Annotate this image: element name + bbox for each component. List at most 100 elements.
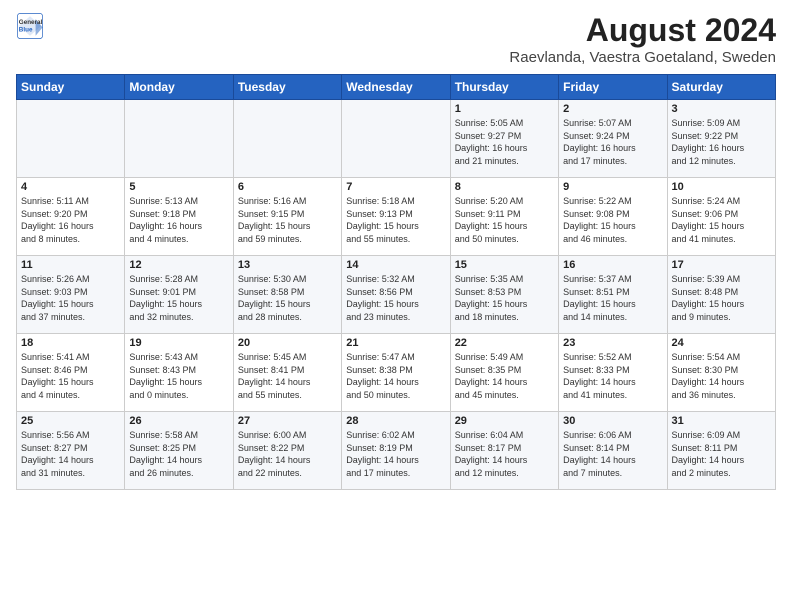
day-info: Sunrise: 5:13 AM Sunset: 9:18 PM Dayligh…	[129, 195, 228, 245]
day-number: 9	[563, 181, 662, 193]
day-number: 19	[129, 337, 228, 349]
day-number: 28	[346, 415, 445, 427]
day-cell: 7Sunrise: 5:18 AM Sunset: 9:13 PM Daylig…	[342, 178, 450, 256]
day-cell: 1 Sunrise: 5:05 AM Sunset: 9:27 PM Daylig…	[450, 100, 558, 178]
day-cell: 24Sunrise: 5:54 AM Sunset: 8:30 PM Dayli…	[667, 334, 775, 412]
day-info: Sunrise: 5:58 AM Sunset: 8:25 PM Dayligh…	[129, 429, 228, 479]
day-info: Sunrise: 5:26 AM Sunset: 9:03 PM Dayligh…	[21, 273, 120, 323]
week-row-4: 18Sunrise: 5:41 AM Sunset: 8:46 PM Dayli…	[17, 334, 776, 412]
day-cell	[342, 100, 450, 178]
col-monday: Monday	[125, 75, 233, 100]
svg-text:Blue: Blue	[19, 27, 33, 34]
day-info: Sunrise: 5:37 AM Sunset: 8:51 PM Dayligh…	[563, 273, 662, 323]
title-block: August 2024 Raevlanda, Vaestra Goetaland…	[509, 12, 776, 66]
day-info: Sunrise: 5:22 AM Sunset: 9:08 PM Dayligh…	[563, 195, 662, 245]
day-number: 2	[563, 103, 662, 115]
day-cell: 12 Sunrise: 5:28 AM Sunset: 9:01 PM Dayli…	[125, 256, 233, 334]
day-cell: 2 Sunrise: 5:07 AM Sunset: 9:24 PM Daylig…	[559, 100, 667, 178]
day-info: Sunrise: 5:52 AM Sunset: 8:33 PM Dayligh…	[563, 351, 662, 401]
day-cell: 25 Sunrise: 5:56 AM Sunset: 8:27 PM Dayli…	[17, 412, 125, 490]
day-info: Sunrise: 6:00 AM Sunset: 8:22 PM Dayligh…	[238, 429, 337, 479]
logo-icon: General Blue	[16, 12, 44, 40]
day-number: 23	[563, 337, 662, 349]
week-row-1: 1 Sunrise: 5:05 AM Sunset: 9:27 PM Daylig…	[17, 100, 776, 178]
logo: General Blue	[16, 12, 48, 40]
day-info: Sunrise: 5:24 AM Sunset: 9:06 PM Dayligh…	[672, 195, 771, 245]
col-tuesday: Tuesday	[233, 75, 341, 100]
day-cell	[125, 100, 233, 178]
header: General Blue August 2024 Raevlanda, Vaes…	[16, 12, 776, 66]
day-number: 21	[346, 337, 445, 349]
day-number: 4	[21, 181, 120, 193]
header-row: Sunday Monday Tuesday Wednesday Thursday…	[17, 75, 776, 100]
day-cell	[233, 100, 341, 178]
week-row-5: 25 Sunrise: 5:56 AM Sunset: 8:27 PM Dayli…	[17, 412, 776, 490]
day-cell: 4 Sunrise: 5:11 AM Sunset: 9:20 PM Daylig…	[17, 178, 125, 256]
day-number: 29	[455, 415, 554, 427]
day-cell: 27 Sunrise: 6:00 AM Sunset: 8:22 PM Dayli…	[233, 412, 341, 490]
day-cell: 17Sunrise: 5:39 AM Sunset: 8:48 PM Dayli…	[667, 256, 775, 334]
month-year: August 2024	[509, 12, 776, 49]
col-saturday: Saturday	[667, 75, 775, 100]
day-info: Sunrise: 5:45 AM Sunset: 8:41 PM Dayligh…	[238, 351, 337, 401]
day-info: Sunrise: 5:16 AM Sunset: 9:15 PM Dayligh…	[238, 195, 337, 245]
day-info: Sunrise: 6:06 AM Sunset: 8:14 PM Dayligh…	[563, 429, 662, 479]
page: General Blue August 2024 Raevlanda, Vaes…	[0, 0, 792, 498]
day-info: Sunrise: 6:02 AM Sunset: 8:19 PM Dayligh…	[346, 429, 445, 479]
day-cell: 8 Sunrise: 5:20 AM Sunset: 9:11 PM Daylig…	[450, 178, 558, 256]
day-number: 12	[129, 259, 228, 271]
col-wednesday: Wednesday	[342, 75, 450, 100]
col-sunday: Sunday	[17, 75, 125, 100]
day-cell: 29 Sunrise: 6:04 AM Sunset: 8:17 PM Dayli…	[450, 412, 558, 490]
day-info: Sunrise: 5:11 AM Sunset: 9:20 PM Dayligh…	[21, 195, 120, 245]
calendar-table: Sunday Monday Tuesday Wednesday Thursday…	[16, 74, 776, 490]
day-info: Sunrise: 5:35 AM Sunset: 8:53 PM Dayligh…	[455, 273, 554, 323]
day-info: Sunrise: 5:20 AM Sunset: 9:11 PM Dayligh…	[455, 195, 554, 245]
svg-text:General: General	[19, 19, 43, 26]
day-number: 5	[129, 181, 228, 193]
day-number: 8	[455, 181, 554, 193]
day-cell: 16 Sunrise: 5:37 AM Sunset: 8:51 PM Dayli…	[559, 256, 667, 334]
day-number: 31	[672, 415, 771, 427]
day-info: Sunrise: 5:28 AM Sunset: 9:01 PM Dayligh…	[129, 273, 228, 323]
day-cell: 15 Sunrise: 5:35 AM Sunset: 8:53 PM Dayli…	[450, 256, 558, 334]
day-number: 25	[21, 415, 120, 427]
day-cell: 3Sunrise: 5:09 AM Sunset: 9:22 PM Daylig…	[667, 100, 775, 178]
day-number: 16	[563, 259, 662, 271]
day-cell: 30 Sunrise: 6:06 AM Sunset: 8:14 PM Dayli…	[559, 412, 667, 490]
day-info: Sunrise: 5:05 AM Sunset: 9:27 PM Dayligh…	[455, 117, 554, 167]
day-cell	[17, 100, 125, 178]
day-number: 11	[21, 259, 120, 271]
day-cell: 28 Sunrise: 6:02 AM Sunset: 8:19 PM Dayli…	[342, 412, 450, 490]
day-info: Sunrise: 5:09 AM Sunset: 9:22 PM Dayligh…	[672, 117, 771, 167]
day-number: 1	[455, 103, 554, 115]
day-number: 14	[346, 259, 445, 271]
day-number: 20	[238, 337, 337, 349]
day-info: Sunrise: 5:07 AM Sunset: 9:24 PM Dayligh…	[563, 117, 662, 167]
day-cell: 6 Sunrise: 5:16 AM Sunset: 9:15 PM Daylig…	[233, 178, 341, 256]
day-number: 7	[346, 181, 445, 193]
location: Raevlanda, Vaestra Goetaland, Sweden	[509, 49, 776, 66]
day-cell: 23 Sunrise: 5:52 AM Sunset: 8:33 PM Dayli…	[559, 334, 667, 412]
day-number: 22	[455, 337, 554, 349]
day-info: Sunrise: 6:09 AM Sunset: 8:11 PM Dayligh…	[672, 429, 771, 479]
day-cell: 11 Sunrise: 5:26 AM Sunset: 9:03 PM Dayli…	[17, 256, 125, 334]
day-info: Sunrise: 6:04 AM Sunset: 8:17 PM Dayligh…	[455, 429, 554, 479]
day-info: Sunrise: 5:30 AM Sunset: 8:58 PM Dayligh…	[238, 273, 337, 323]
day-number: 17	[672, 259, 771, 271]
day-info: Sunrise: 5:47 AM Sunset: 8:38 PM Dayligh…	[346, 351, 445, 401]
day-info: Sunrise: 5:49 AM Sunset: 8:35 PM Dayligh…	[455, 351, 554, 401]
day-cell: 5 Sunrise: 5:13 AM Sunset: 9:18 PM Daylig…	[125, 178, 233, 256]
day-number: 27	[238, 415, 337, 427]
day-number: 30	[563, 415, 662, 427]
day-number: 15	[455, 259, 554, 271]
day-cell: 10Sunrise: 5:24 AM Sunset: 9:06 PM Dayli…	[667, 178, 775, 256]
col-friday: Friday	[559, 75, 667, 100]
day-cell: 31 Sunrise: 6:09 AM Sunset: 8:11 PM Dayli…	[667, 412, 775, 490]
week-row-2: 4 Sunrise: 5:11 AM Sunset: 9:20 PM Daylig…	[17, 178, 776, 256]
day-cell: 26Sunrise: 5:58 AM Sunset: 8:25 PM Dayli…	[125, 412, 233, 490]
day-info: Sunrise: 5:56 AM Sunset: 8:27 PM Dayligh…	[21, 429, 120, 479]
day-cell: 20 Sunrise: 5:45 AM Sunset: 8:41 PM Dayli…	[233, 334, 341, 412]
day-number: 6	[238, 181, 337, 193]
day-cell: 13Sunrise: 5:30 AM Sunset: 8:58 PM Dayli…	[233, 256, 341, 334]
